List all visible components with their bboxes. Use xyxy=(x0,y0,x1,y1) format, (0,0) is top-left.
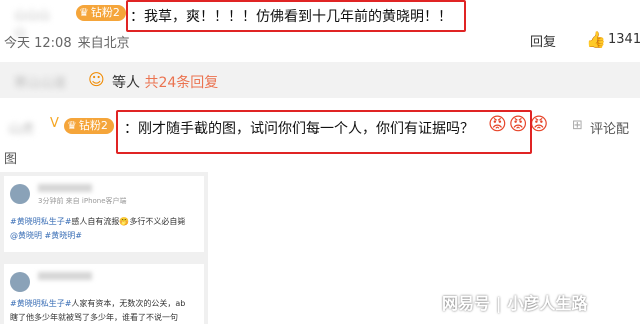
comment2-username[interactable]: 山虎 xyxy=(8,118,34,137)
attached-screenshot[interactable]: 3分钟前 来自 iPhone客户端 #黄晓明私生子#感人自有流报🤭多行不义必自毙… xyxy=(0,172,208,324)
crown-icon: ♛ xyxy=(67,119,77,132)
watermark: 网易号 | 小彦人生路 xyxy=(442,294,588,313)
comment1-username[interactable]: 山山山山 xyxy=(14,6,58,39)
avatar xyxy=(10,272,30,292)
fan-badge: ♛ 钻粉2 xyxy=(76,5,126,21)
like-count: 1341 xyxy=(608,32,640,47)
replies-label: 等人 xyxy=(112,75,140,91)
post-username xyxy=(38,184,92,192)
fan-badge-label: 钻粉2 xyxy=(78,119,108,132)
screenshot-post: 3分钟前 来自 iPhone客户端 #黄晓明私生子#感人自有流报🤭多行不义必自毙… xyxy=(4,176,204,252)
replies-count[interactable]: 共24条回复 xyxy=(144,75,218,91)
post-text-line: 瞎了他多少年就被骂了多少年，谁看了不说一句 xyxy=(10,313,178,322)
post-text-line: @黄晓明 #黄晓明# xyxy=(10,231,82,240)
reply-button[interactable]: 回复 xyxy=(530,31,556,50)
post-text-line: #黄晓明私生子#感人自有流报🤭多行不义必自毙 xyxy=(10,217,186,226)
replies-username[interactable]: 寒山山道 xyxy=(14,72,66,91)
comment1-meta: 今天 12:08 来自北京 xyxy=(4,32,130,51)
comment1-location: 来自北京 xyxy=(77,36,130,51)
avatar xyxy=(10,184,30,204)
replies-summary[interactable]: 等人 共24条回复 xyxy=(112,72,218,92)
comment1-time: 今天 12:08 xyxy=(4,36,72,51)
thumbs-up-icon[interactable]: 👍 xyxy=(586,30,606,49)
post-text-line: #黄晓明私生子#人家有资本，无数次的公关，ab xyxy=(10,299,186,308)
comment-image-link-cont[interactable]: 图 xyxy=(4,148,17,167)
image-icon: ⊞ xyxy=(572,118,583,133)
fan-badge: ♛ 钻粉2 xyxy=(64,118,114,134)
highlight-box xyxy=(126,0,466,32)
emoji-icon: ☺ xyxy=(88,70,105,89)
post-meta: 3分钟前 来自 iPhone客户端 xyxy=(38,197,127,205)
fan-badge-label: 钻粉2 xyxy=(90,6,120,19)
highlight-box xyxy=(116,110,532,154)
crown-icon: ♛ xyxy=(79,6,89,19)
post-username xyxy=(38,272,92,280)
screenshot-post: #黄晓明私生子#人家有资本，无数次的公关，ab 瞎了他多少年就被骂了多少年，谁看… xyxy=(4,264,204,324)
vip-icon: V xyxy=(50,116,59,131)
comment-image-link[interactable]: 评论配 xyxy=(590,118,629,137)
